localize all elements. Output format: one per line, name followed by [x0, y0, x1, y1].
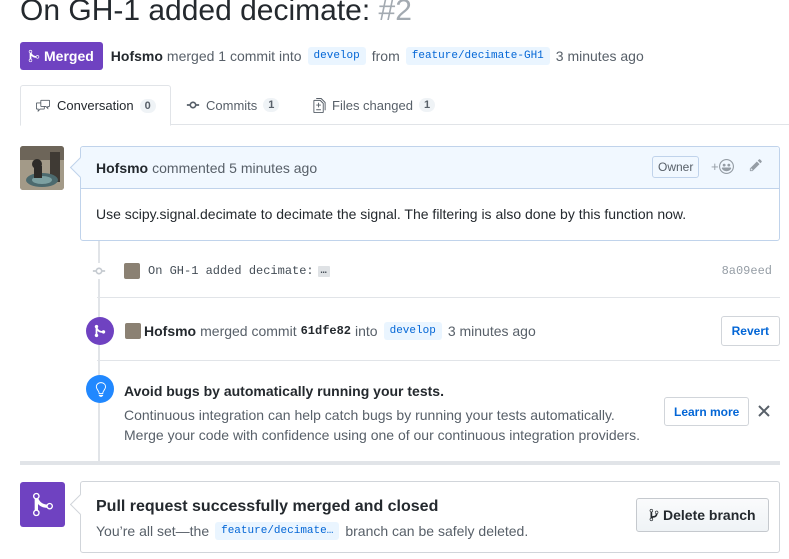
tab-conversation-count: 0 [139, 98, 156, 113]
from-text: from [371, 48, 400, 64]
reaction-plus: + [711, 159, 719, 174]
git-commit-icon [91, 263, 107, 279]
tip-line-2: Merge your code with confidence using on… [124, 427, 640, 443]
merge-author-avatar[interactable] [125, 323, 141, 339]
base-branch[interactable]: develop [307, 47, 366, 65]
commit-author-avatar[interactable] [124, 263, 140, 279]
commit-message-link[interactable]: On GH-1 added decimate: [148, 264, 314, 278]
edit-pencil-icon[interactable] [749, 158, 763, 175]
timeline-end-divider [20, 461, 780, 465]
merge-desc-before: You’re all set—the [96, 523, 210, 539]
merge-event-text: merged commit [200, 323, 297, 339]
git-merge-icon [20, 482, 65, 527]
tab-files-changed-label: Files changed [332, 97, 413, 113]
pr-author-link[interactable]: Hofsmo [111, 48, 163, 64]
timeline-commit: On GH-1 added decimate: … 8a09eed [91, 260, 780, 282]
merge-into-text: into [355, 323, 378, 339]
git-branch-icon [649, 508, 659, 522]
git-merge-icon [86, 317, 114, 345]
pr-title-text: On GH-1 added decimate: [20, 0, 371, 27]
tab-conversation[interactable]: Conversation 0 [20, 85, 171, 126]
pr-number: #2 [378, 0, 412, 27]
merge-text: merged 1 commit into [166, 48, 302, 64]
commit-expand-button[interactable]: … [317, 265, 330, 277]
merged-branch-name[interactable]: feature/decimate… [215, 522, 340, 540]
tab-conversation-label: Conversation [57, 98, 134, 113]
pr-comment: Hofsmo commented 5 minutes ago Owner + U… [80, 146, 780, 241]
merge-status-title: Pull request successfully merged and clo… [96, 498, 439, 515]
owner-label: Owner [652, 156, 700, 178]
close-icon[interactable] [758, 404, 770, 422]
merge-status-description: You’re all set—the feature/decimate… bra… [96, 522, 528, 540]
merge-target-branch[interactable]: develop [383, 322, 442, 340]
tab-commits[interactable]: Commits 1 [172, 85, 293, 125]
timeline-divider [97, 360, 780, 361]
author-avatar[interactable] [20, 146, 64, 190]
learn-more-button[interactable]: Learn more [664, 397, 750, 426]
tab-files-changed[interactable]: Files changed 1 [299, 85, 449, 125]
tab-commits-count: 1 [263, 98, 280, 112]
pr-tabs: Conversation 0 Commits 1 Files changed 1 [20, 85, 789, 126]
tip-title: Avoid bugs by automatically running your… [124, 383, 444, 399]
comment-body: Use scipy.signal.decimate to decimate th… [96, 206, 687, 222]
merge-author-link[interactable]: Hofsmo [144, 323, 196, 339]
add-reaction-button[interactable]: + [711, 159, 734, 174]
comment-author-link[interactable]: Hofsmo [96, 160, 148, 176]
smiley-icon [718, 159, 734, 174]
tip-line-1: Continuous integration can help catch bu… [124, 407, 615, 423]
comment-action[interactable]: commented 5 minutes ago [152, 160, 317, 176]
light-bulb-icon [86, 375, 114, 403]
merge-commit-sha-link[interactable]: 61dfe82 [301, 324, 351, 338]
merge-desc-after: branch can be safely deleted. [345, 523, 529, 539]
comment-discussion-icon [36, 99, 50, 112]
pr-title: On GH-1 added decimate: #2 [20, 0, 412, 28]
merge-status-box: Pull request successfully merged and clo… [80, 481, 780, 553]
pr-time: 3 minutes ago [555, 48, 644, 64]
merged-status-label: Merged [44, 48, 94, 64]
revert-button[interactable]: Revert [720, 316, 780, 346]
git-merge-icon [28, 49, 40, 63]
file-diff-icon [313, 97, 326, 113]
comment-header: Hofsmo commented 5 minutes ago Owner + [81, 147, 779, 189]
delete-branch-label: Delete branch [663, 507, 756, 523]
delete-branch-button[interactable]: Delete branch [636, 498, 769, 532]
merged-status-badge: Merged [20, 42, 103, 70]
avatar-image [20, 146, 64, 190]
tab-commits-label: Commits [206, 97, 258, 113]
merge-event-time[interactable]: 3 minutes ago [448, 323, 536, 339]
pr-meta: Merged Hofsmo merged 1 commit into devel… [20, 42, 644, 70]
tab-files-changed-count: 1 [418, 98, 436, 112]
timeline-merge-event: Hofsmo merged commit 61dfe82 into develo… [86, 316, 780, 346]
git-commit-icon [186, 101, 200, 109]
commit-sha-link[interactable]: 8a09eed [722, 264, 772, 278]
head-branch[interactable]: feature/decimate-GH1 [405, 47, 550, 65]
timeline-divider [97, 297, 780, 298]
